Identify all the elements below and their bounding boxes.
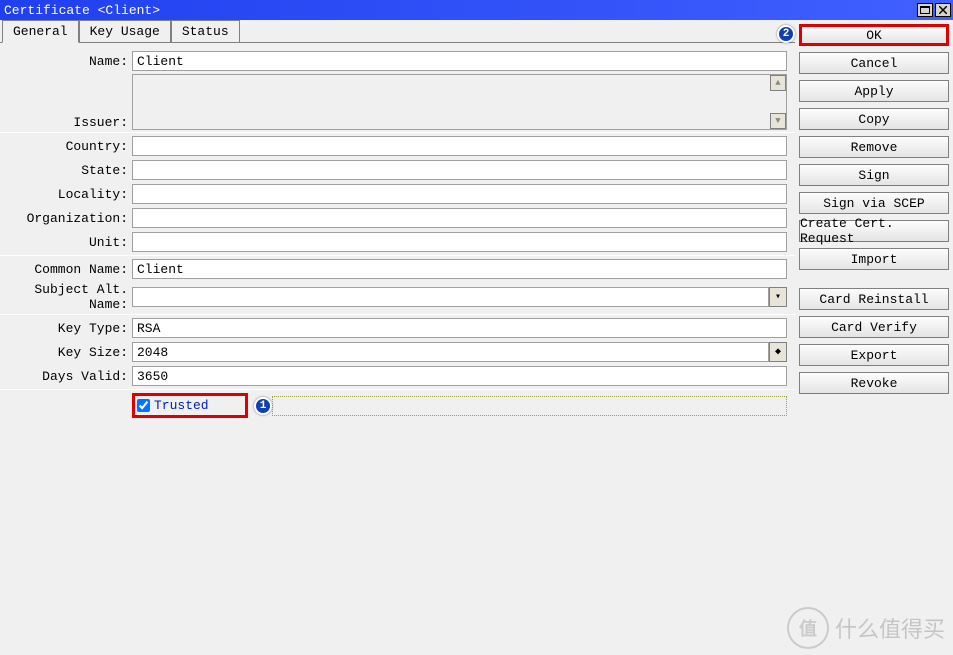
copy-button[interactable]: Copy [799,108,949,130]
tab-status[interactable]: Status [171,20,240,42]
key-size-field[interactable] [132,342,769,362]
annotation-badge-2: 2 [777,25,795,43]
dotted-placeholder [272,396,787,416]
common-name-field[interactable] [132,259,787,279]
create-cert-request-button[interactable]: Create Cert. Request [799,220,949,242]
label-name: Name: [0,54,132,69]
card-verify-button[interactable]: Card Verify [799,316,949,338]
label-country: Country: [0,139,132,154]
subject-alt-name-field[interactable] [132,287,769,307]
label-unit: Unit: [0,235,132,250]
spinner-icon[interactable]: ◆ [769,342,787,362]
label-state: State: [0,163,132,178]
state-field[interactable] [132,160,787,180]
sign-via-scep-button[interactable]: Sign via SCEP [799,192,949,214]
days-valid-field[interactable] [132,366,787,386]
titlebar: Certificate <Client> [0,0,953,20]
close-icon[interactable] [935,3,951,17]
watermark-text: 什么值得买 [835,612,945,644]
watermark: 值 什么值得买 [787,607,945,649]
revoke-button[interactable]: Revoke [799,372,949,394]
organization-field[interactable] [132,208,787,228]
trusted-checkbox-group: Trusted [132,393,248,418]
label-organization: Organization: [0,211,132,226]
label-key-type: Key Type: [0,321,132,336]
label-issuer: Issuer: [0,115,132,130]
trusted-checkbox[interactable] [137,399,150,412]
import-button[interactable]: Import [799,248,949,270]
cancel-button[interactable]: Cancel [799,52,949,74]
unit-field[interactable] [132,232,787,252]
annotation-badge-1: 1 [254,397,272,415]
label-locality: Locality: [0,187,132,202]
button-panel: OK 2 Cancel Apply Copy Remove Sign Sign … [795,20,953,655]
window-controls [917,3,951,17]
trusted-label: Trusted [154,398,209,413]
country-field[interactable] [132,136,787,156]
issuer-field[interactable]: ▲ ▼ [132,74,787,130]
label-key-size: Key Size: [0,345,132,360]
locality-field[interactable] [132,184,787,204]
scroll-up-icon[interactable]: ▲ [770,75,786,91]
remove-button[interactable]: Remove [799,136,949,158]
separator [0,255,795,256]
ok-button[interactable]: OK [799,24,949,46]
label-days-valid: Days Valid: [0,369,132,384]
tab-strip: General Key Usage Status [0,20,795,42]
window-title: Certificate <Client> [2,3,160,18]
tab-general[interactable]: General [2,20,79,43]
tab-panel-general: Name: Issuer: ▲ ▼ Country: [0,42,795,655]
maximize-icon[interactable] [917,3,933,17]
label-subject-alt: Subject Alt. Name: [0,282,132,312]
separator [0,314,795,315]
chevron-down-icon[interactable]: ▾ [769,287,787,307]
name-field[interactable] [132,51,787,71]
apply-button[interactable]: Apply [799,80,949,102]
card-reinstall-button[interactable]: Card Reinstall [799,288,949,310]
sign-button[interactable]: Sign [799,164,949,186]
label-common-name: Common Name: [0,262,132,277]
export-button[interactable]: Export [799,344,949,366]
tab-key-usage[interactable]: Key Usage [79,20,171,42]
scroll-down-icon[interactable]: ▼ [770,113,786,129]
key-type-field[interactable] [132,318,787,338]
separator [0,389,795,390]
separator [0,132,795,133]
watermark-icon: 值 [787,607,829,649]
